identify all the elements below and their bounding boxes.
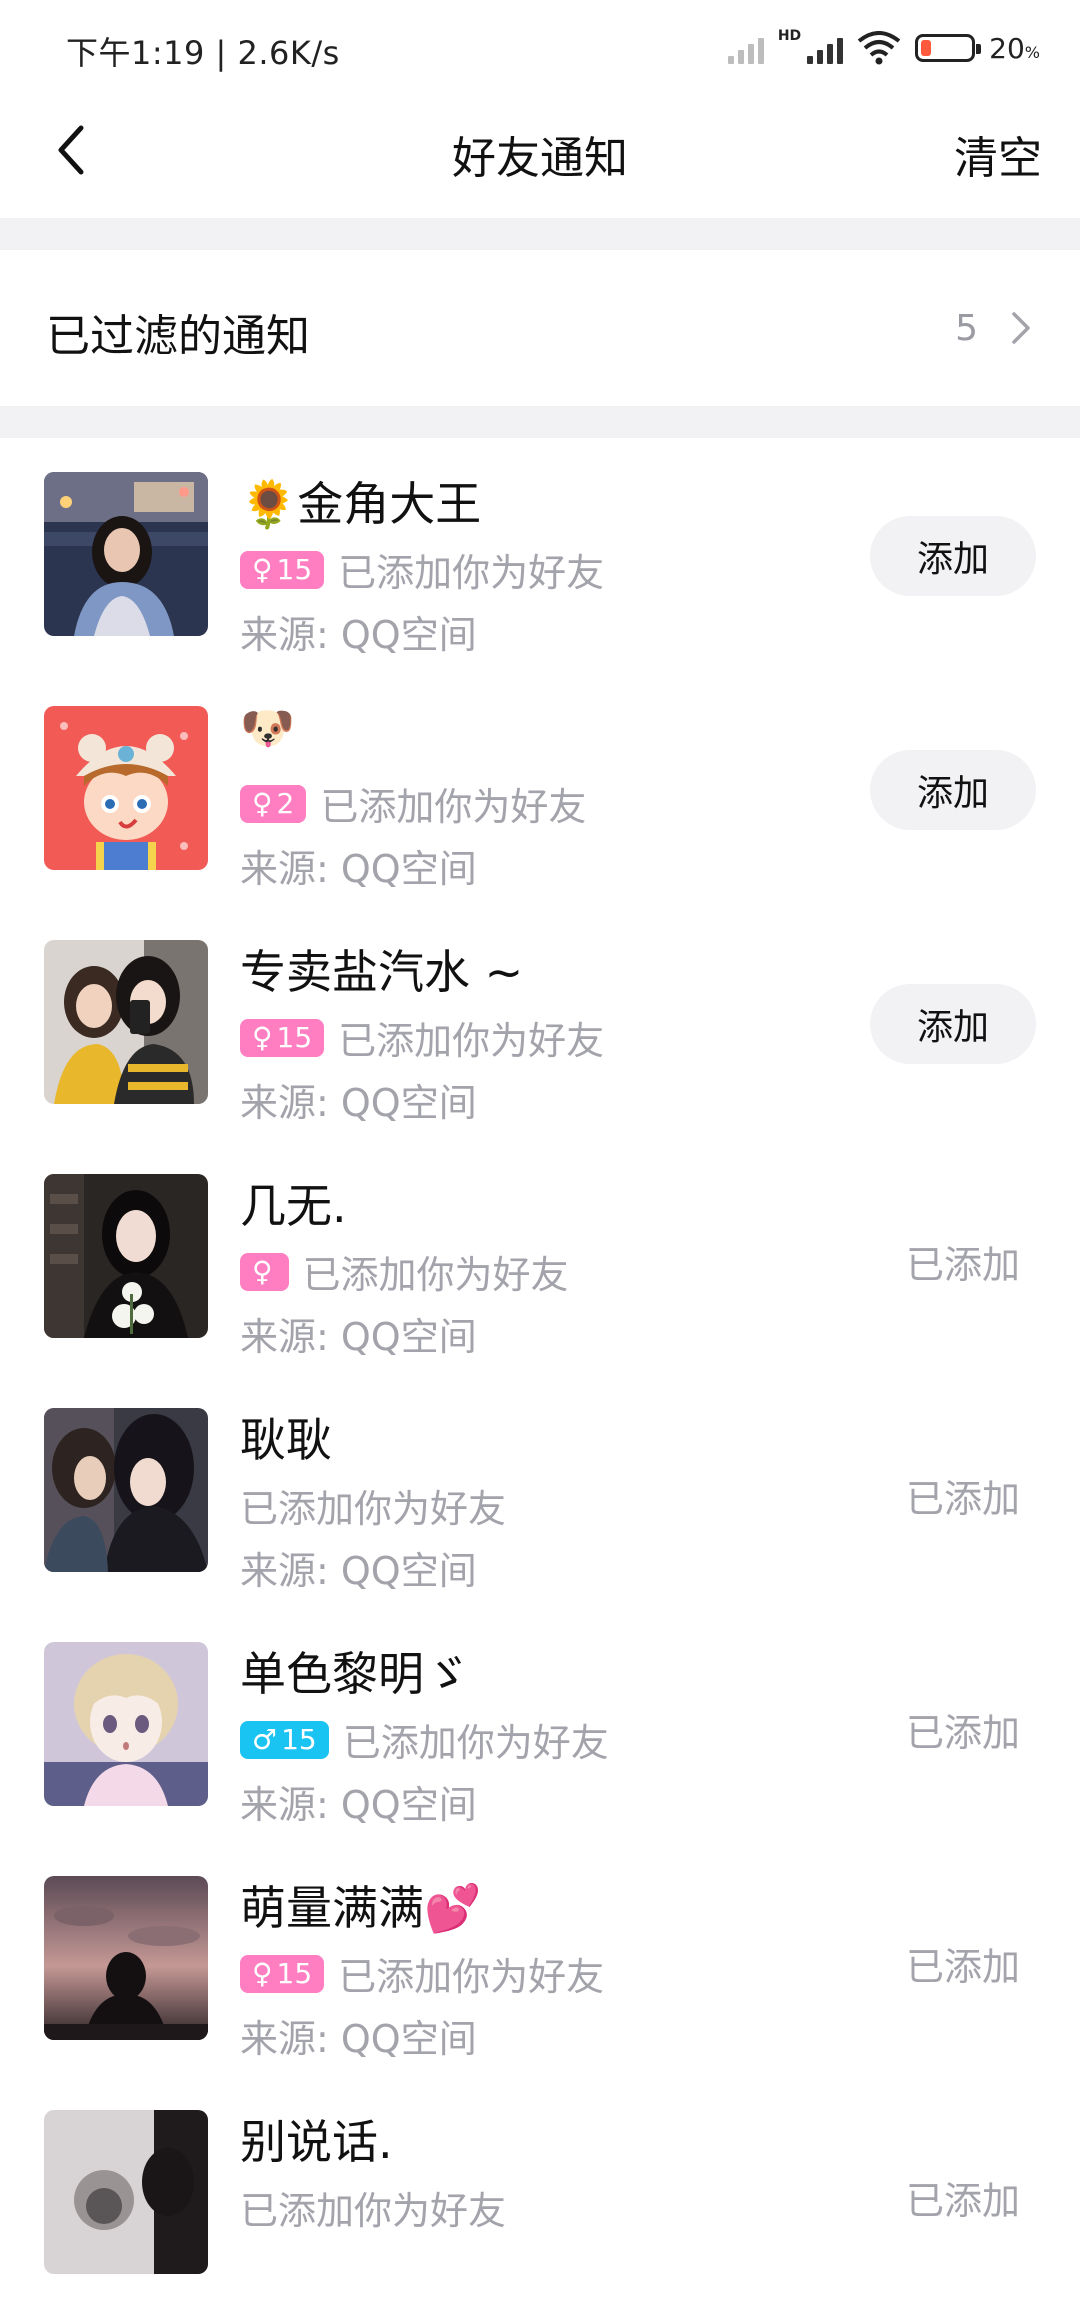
friend-name: 别说话. xyxy=(240,2115,393,2169)
friend-message-line: ♂ 15 已添加你为好友 xyxy=(240,1712,609,1767)
page-title: 好友通知 xyxy=(452,133,628,184)
age-value: 2 xyxy=(276,787,295,820)
section-divider xyxy=(0,406,1080,438)
gender-icon: ♀ xyxy=(252,1021,273,1054)
friend-message: 已添加你为好友 xyxy=(302,1253,569,1297)
avatar[interactable] xyxy=(44,472,208,636)
list-item: 单色黎明ゞ ♂ 15 已添加你为好友 来源: QQ空间 已添加 xyxy=(0,1608,1080,1842)
gender-age-badge: ♀ 15 xyxy=(240,1018,325,1057)
list-item: 专卖盐汽水 ~ ♀ 15 已添加你为好友 来源: QQ空间 添加 xyxy=(0,906,1080,1140)
added-status: 已添加 xyxy=(905,1243,1020,1287)
age-value: 15 xyxy=(281,1723,317,1756)
friend-name: 专卖盐汽水 ~ xyxy=(240,945,524,999)
friend-message-line: ♀ 15 已添加你为好友 xyxy=(240,542,604,597)
friend-message: 已添加你为好友 xyxy=(240,1487,507,1531)
list-item: 耿耿 已添加你为好友 来源: QQ空间 已添加 xyxy=(0,1374,1080,1608)
friend-message: 已添加你为好友 xyxy=(338,1019,605,1063)
list-item: 别说话. 已添加你为好友 已添加 xyxy=(0,2076,1080,2310)
battery-fill xyxy=(921,40,931,56)
gender-age-badge: ♂ 15 xyxy=(240,1720,329,1759)
battery-icon xyxy=(915,34,982,62)
friend-source: 来源: QQ空间 xyxy=(240,1081,477,1125)
friend-name: 萌量满满💕 xyxy=(240,1881,482,1935)
gender-age-badge: ♀ 2 xyxy=(240,784,307,823)
filtered-notifications-label: 已过滤的通知 xyxy=(46,311,310,362)
list-item: 几无. ♀ 已添加你为好友 来源: QQ空间 已添加 xyxy=(0,1140,1080,1374)
nav-bar: 好友通知 清空 xyxy=(0,100,1080,218)
friend-notification-list: 🌻金角大王 ♀ 15 已添加你为好友 来源: QQ空间 添加 🐶 ♀ 2 已添加… xyxy=(0,438,1080,2310)
friend-source: 来源: QQ空间 xyxy=(240,613,477,657)
avatar[interactable] xyxy=(44,1174,208,1338)
friend-message-line: ♀ 15 已添加你为好友 xyxy=(240,1946,604,2001)
add-friend-button[interactable]: 添加 xyxy=(870,516,1036,596)
status-bar: 下午1:19 | 2.6K/s HD 20% xyxy=(0,0,1080,100)
friend-name: 🐶 xyxy=(240,703,295,754)
age-value: 15 xyxy=(276,553,313,586)
gender-icon: ♀ xyxy=(252,553,273,586)
avatar[interactable] xyxy=(44,940,208,1104)
battery-unit: % xyxy=(1024,42,1040,62)
avatar[interactable] xyxy=(44,2110,208,2274)
added-status: 已添加 xyxy=(905,2179,1020,2223)
battery-text: 20% xyxy=(989,32,1040,65)
avatar[interactable] xyxy=(44,1876,208,2040)
avatar[interactable] xyxy=(44,706,208,870)
friend-source: 来源: QQ空间 xyxy=(240,847,477,891)
add-friend-button[interactable]: 添加 xyxy=(870,750,1036,830)
gender-age-badge: ♀ 15 xyxy=(240,550,325,589)
friend-message: 已添加你为好友 xyxy=(240,2189,507,2233)
avatar[interactable] xyxy=(44,1408,208,1572)
clear-button[interactable]: 清空 xyxy=(954,122,1042,186)
friend-source: 来源: QQ空间 xyxy=(240,2017,477,2061)
battery-value: 20 xyxy=(989,31,1025,65)
friend-message-line: ♀ 15 已添加你为好友 xyxy=(240,1010,604,1065)
friend-message: 已添加你为好友 xyxy=(320,785,587,829)
section-divider xyxy=(0,218,1080,250)
gender-icon: ♂ xyxy=(252,1723,278,1756)
friend-message: 已添加你为好友 xyxy=(342,1721,609,1765)
filtered-count: 5 xyxy=(955,308,978,349)
gender-icon: ♀ xyxy=(252,1255,273,1288)
gender-age-badge: ♀ 15 xyxy=(240,1954,325,1993)
list-item: 🌻金角大王 ♀ 15 已添加你为好友 来源: QQ空间 添加 xyxy=(0,438,1080,672)
friend-name: 单色黎明ゞ xyxy=(240,1647,470,1701)
avatar[interactable] xyxy=(44,1642,208,1806)
gender-icon: ♀ xyxy=(252,1957,273,1990)
added-status: 已添加 xyxy=(905,1477,1020,1521)
added-status: 已添加 xyxy=(905,1945,1020,1989)
friend-message-line: 已添加你为好友 xyxy=(240,2180,506,2235)
friend-source: 来源: QQ空间 xyxy=(240,1549,477,1593)
friend-message: 已添加你为好友 xyxy=(338,1955,605,1999)
chevron-right-icon xyxy=(1012,312,1030,344)
friend-message-line: ♀ 已添加你为好友 xyxy=(240,1244,569,1299)
filtered-notifications-row[interactable]: 已过滤的通知 5 xyxy=(0,250,1080,406)
status-time: 下午1:19 | 2.6K/s xyxy=(66,34,340,72)
wifi-icon xyxy=(857,31,901,65)
status-icons: HD 20% xyxy=(727,26,1040,70)
friend-name: 耿耿 xyxy=(240,1413,332,1467)
signal-icon-sim1 xyxy=(727,32,764,64)
added-status: 已添加 xyxy=(905,1711,1020,1755)
list-item: 萌量满满💕 ♀ 15 已添加你为好友 来源: QQ空间 已添加 xyxy=(0,1842,1080,2076)
hd-label: HD xyxy=(777,28,802,44)
list-item: 🐶 ♀ 2 已添加你为好友 来源: QQ空间 添加 xyxy=(0,672,1080,906)
gender-age-badge: ♀ xyxy=(240,1252,289,1291)
friend-message: 已添加你为好友 xyxy=(338,551,605,595)
friend-message-line: ♀ 2 已添加你为好友 xyxy=(240,776,586,831)
gender-icon: ♀ xyxy=(252,787,273,820)
friend-name: 🌻金角大王 xyxy=(240,477,482,531)
friend-name: 几无. xyxy=(240,1179,347,1233)
friend-source: 来源: QQ空间 xyxy=(240,1315,477,1359)
add-friend-button[interactable]: 添加 xyxy=(870,984,1036,1064)
age-value: 15 xyxy=(276,1957,313,1990)
signal-icon-sim2 xyxy=(807,32,844,64)
friend-message-line: 已添加你为好友 xyxy=(240,1478,506,1533)
friend-source: 来源: QQ空间 xyxy=(240,1783,477,1827)
age-value: 15 xyxy=(276,1021,313,1054)
